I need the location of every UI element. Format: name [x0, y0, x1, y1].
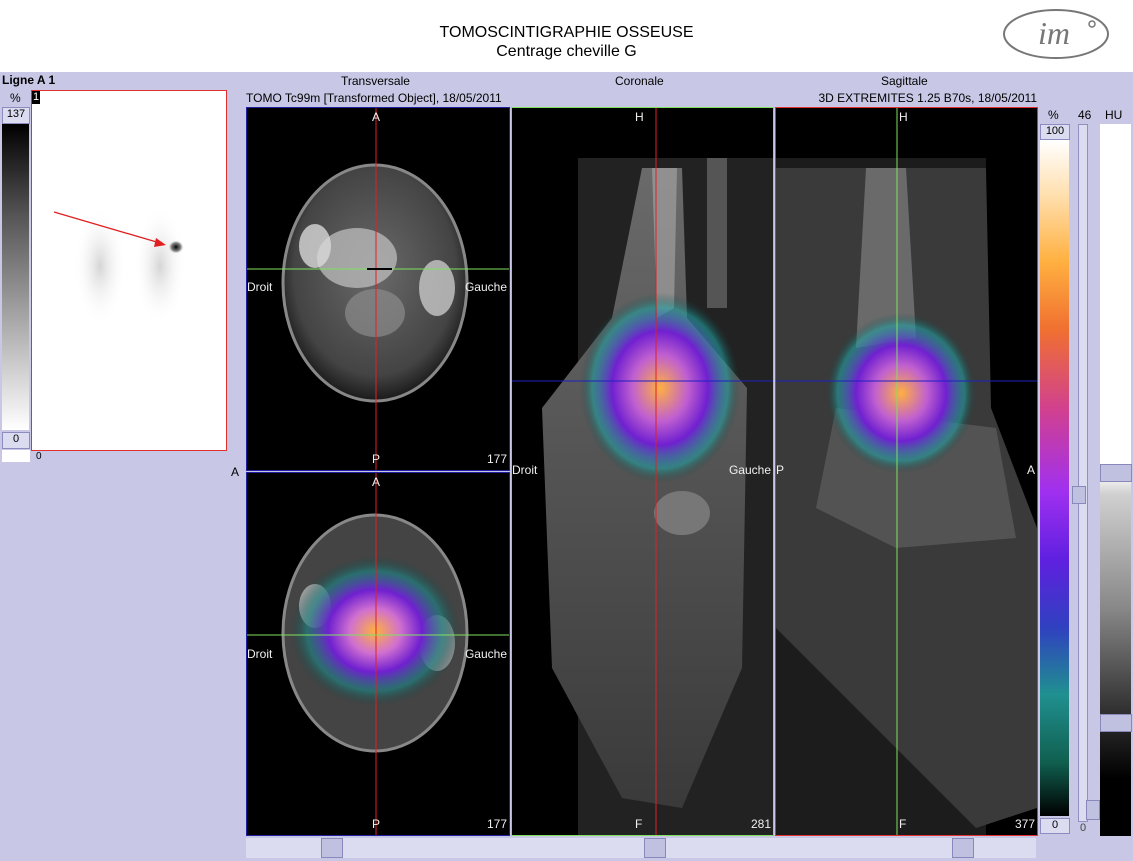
t2-label-right: Gauche — [464, 647, 507, 661]
left-scale-min[interactable]: 0 — [2, 432, 30, 449]
fusion-scale-max[interactable]: 100 — [1040, 124, 1070, 140]
scroll-thumb-sagittal[interactable] — [952, 838, 974, 858]
report-title: TOMOSCINTIGRAPHIE OSSEUSE — [439, 24, 694, 41]
t2-label-top: A — [372, 475, 381, 489]
left-grayscale-bar[interactable] — [2, 124, 29, 430]
t1-label-bottom: P — [372, 452, 381, 466]
coronal-label-right: Gauche — [728, 463, 771, 477]
sagittal-label-top: H — [899, 110, 908, 124]
coronal-label-top: H — [635, 110, 644, 124]
sagittal-label-bottom: F — [899, 817, 907, 831]
scroll-thumb-transversal[interactable] — [321, 838, 343, 858]
logo-text: im — [1038, 15, 1070, 51]
window-slider-bottom-thumb[interactable] — [1086, 800, 1100, 820]
fusion-scale-min[interactable]: 0 — [1040, 818, 1070, 834]
t1-label-top: A — [372, 110, 381, 124]
window-slider-min: 0 — [1080, 822, 1087, 834]
left-panel-title: Ligne A 1 — [2, 73, 56, 87]
series-info-left: TOMO Tc99m [Transformed Object], 18/05/2… — [246, 91, 502, 105]
planar-bottom-index: 0 — [36, 451, 42, 462]
report-subtitle: Centrage cheville G — [496, 43, 637, 60]
series-info-right: 3D EXTREMITES 1.25 B70s, 18/05/2011 — [818, 91, 1037, 105]
heading-transversal: Transversale — [341, 74, 410, 88]
t1-label-right: Gauche — [464, 280, 507, 294]
sagittal-label-right: A — [1026, 463, 1035, 477]
t2-label-bottom: P — [372, 817, 381, 831]
heading-coronal: Coronale — [615, 74, 664, 88]
scroll-thumb-coronal[interactable] — [644, 838, 666, 858]
hu-window-bottom-handle[interactable] — [1100, 714, 1132, 732]
sagittal-slice-number: 377 — [1014, 817, 1035, 831]
left-scale-max[interactable]: 137 — [2, 107, 30, 124]
viewport-transversal-fusion[interactable]: A P Droit Gauche 177 — [246, 472, 510, 836]
hu-scale-label: HU — [1105, 108, 1123, 122]
left-scale-unit: % — [10, 91, 21, 105]
t2-label-left: Droit — [247, 647, 273, 661]
left-scale-footer — [2, 450, 30, 462]
coronal-slice-number: 281 — [750, 817, 771, 831]
coronal-label-left: Droit — [512, 463, 538, 477]
heading-sagittal: Sagittale — [881, 74, 928, 88]
hu-window-top-handle[interactable] — [1100, 464, 1132, 482]
coronal-label-bottom: F — [635, 817, 643, 831]
slice-scrollbar[interactable] — [246, 838, 1036, 858]
window-slider-value: 46 — [1078, 108, 1092, 122]
planar-scan-image — [53, 206, 186, 326]
viewport-coronal[interactable]: H F Droit Gauche 281 — [511, 107, 774, 836]
sagittal-label-left: P — [776, 463, 785, 477]
viewport-transversal-ct[interactable]: A P Droit Gauche 177 — [246, 107, 510, 471]
fusion-scale-unit: % — [1048, 108, 1059, 122]
t1-label-left: Droit — [247, 280, 273, 294]
im-logo-icon: im — [1003, 9, 1109, 59]
planar-image-index: 1 — [32, 91, 40, 104]
fusion-color-bar[interactable] — [1040, 140, 1069, 816]
window-slider-thumb[interactable] — [1072, 486, 1086, 504]
viewport-sagittal[interactable]: H F P A 377 — [775, 107, 1038, 836]
planar-scan-viewport[interactable] — [31, 90, 227, 451]
left-edge-label: A — [231, 465, 240, 479]
t2-slice-number: 177 — [486, 817, 507, 831]
window-slider-track[interactable] — [1078, 124, 1088, 822]
t1-slice-number: 177 — [486, 452, 507, 466]
sagittal-fusion-image — [776, 108, 1037, 835]
